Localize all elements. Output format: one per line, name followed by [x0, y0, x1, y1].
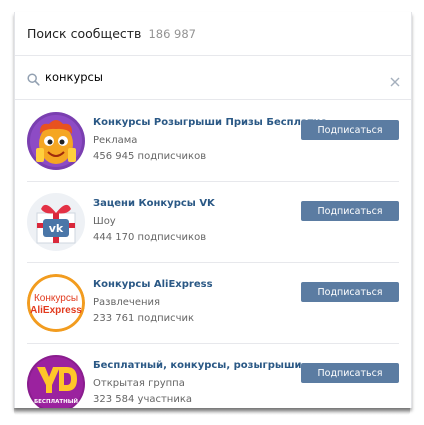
- group-category: Реклама: [93, 135, 138, 146]
- list-item: vk Зацени Конкурсы VK Шоу 444 170 подпис…: [15, 181, 411, 262]
- group-name-link[interactable]: Конкурсы AliExpress: [93, 279, 213, 290]
- group-members: 233 761 подписчик: [93, 313, 195, 324]
- search-header: Поиск сообществ 186 987: [15, 12, 411, 56]
- subscribe-button[interactable]: Подписаться: [301, 282, 399, 302]
- group-members: 444 170 подписчиков: [93, 232, 207, 243]
- svg-text:Конкурсы: Конкурсы: [34, 293, 78, 304]
- community-search-panel: Поиск сообществ 186 987 конкурсы Конкурс…: [14, 12, 412, 408]
- subscribe-button[interactable]: Подписаться: [301, 201, 399, 221]
- results-count: 186 987: [148, 26, 196, 41]
- search-input[interactable]: [45, 69, 365, 85]
- list-item: Конкурсы AliExpress Конкурсы AliExpress …: [15, 262, 411, 343]
- group-avatar[interactable]: [27, 112, 85, 170]
- clear-search-icon[interactable]: [390, 72, 400, 87]
- svg-text:БЕСПЛАТНЫЙ: БЕСПЛАТНЫЙ: [34, 397, 78, 405]
- search-icon: [27, 71, 40, 86]
- group-avatar[interactable]: БЕСПЛАТНЫЙ: [27, 355, 85, 408]
- group-category: Открытая группа: [93, 378, 185, 389]
- group-avatar[interactable]: vk: [27, 193, 85, 251]
- group-category: Шоу: [93, 216, 116, 227]
- svg-text:AliExpress: AliExpress: [30, 305, 82, 316]
- group-members: 456 945 подписчиков: [93, 151, 207, 162]
- group-name-link[interactable]: Бесплатный, конкурсы, розыгрыши: [93, 360, 302, 371]
- group-name-link[interactable]: Зацени Конкурсы VK: [93, 198, 215, 209]
- svg-text:vk: vk: [49, 222, 64, 235]
- page-title: Поиск сообществ: [27, 26, 142, 41]
- group-members: 323 584 участника: [93, 394, 193, 405]
- group-category: Развлечения: [93, 297, 161, 308]
- list-item: БЕСПЛАТНЫЙ Бесплатный, конкурсы, розыгры…: [15, 343, 411, 408]
- group-avatar[interactable]: Конкурсы AliExpress: [27, 274, 85, 332]
- subscribe-button[interactable]: Подписаться: [301, 120, 399, 140]
- subscribe-button[interactable]: Подписаться: [301, 363, 399, 383]
- list-item: Конкурсы Розыгрыши Призы Бесплатно Рекла…: [15, 100, 411, 181]
- group-name-link[interactable]: Конкурсы Розыгрыши Призы Бесплатно: [93, 117, 327, 128]
- search-bar: [15, 56, 411, 100]
